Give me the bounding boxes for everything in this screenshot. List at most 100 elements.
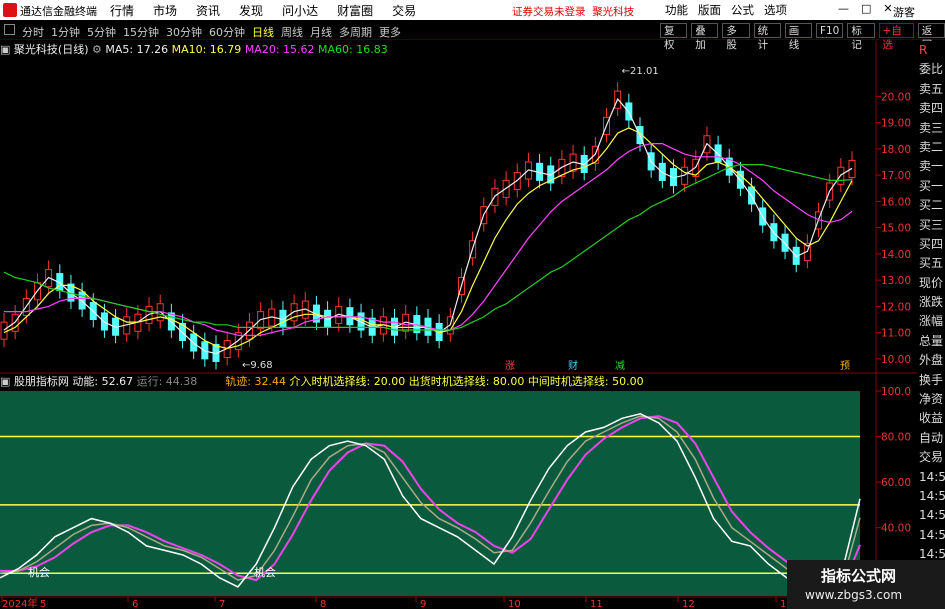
window-controls: — □ ✕ — [838, 2, 893, 15]
period-tab[interactable]: 多周期 — [339, 24, 372, 40]
top-menu-item[interactable]: 交易 — [392, 2, 416, 19]
sidebar-item: 买四 — [919, 236, 944, 251]
toolbar-button[interactable]: 画线 — [784, 23, 812, 51]
price-tick-label: 16.00 — [881, 196, 911, 208]
period-tab[interactable]: 30分钟 — [166, 24, 202, 40]
date-tick-label: 6 — [132, 599, 138, 609]
right-menu: 功能 版面 公式 选项 — [665, 2, 787, 18]
right-menu-item[interactable]: 功能 — [665, 2, 688, 18]
candle-body — [0, 321, 8, 340]
opportunity-label: 机会 — [28, 565, 50, 579]
toolbar-button[interactable]: 标记 — [847, 23, 875, 51]
sidebar-item: 14:56 — [919, 527, 945, 542]
price-tick-label: 10.00 — [881, 354, 911, 366]
quote-sidebar: R 委比 卖五 卖四 卖三 卖二 卖一 买一 买二 买三 买四 买五 现价 涨跌 涨幅 总量 外盘 换手 净资 收益自… — [917, 41, 945, 609]
top-menu-item[interactable]: 发现 — [239, 2, 263, 19]
stock-name-link: 聚光科技 — [592, 6, 635, 18]
chart-area[interactable]: 20.00 19.00 18.00 17.00 16.00 15.00 14.00 13.00… — [0, 41, 917, 609]
price-tick-label: 17.00 — [881, 170, 911, 182]
toolbar-button[interactable]: F10 — [815, 23, 844, 38]
toolbar-button[interactable]: 叠加 — [691, 23, 719, 51]
event-tag: 涨 — [505, 360, 515, 372]
period-tabs: 分时 1分钟 5分钟 15分钟 30分钟 60分钟 日线 周线 月线 多周期 更多 — [22, 24, 401, 40]
date-tick-label: 11 — [590, 599, 603, 609]
top-menu-item[interactable]: 市场 — [153, 2, 177, 19]
period-tab[interactable]: 更多 — [379, 24, 401, 40]
close-icon[interactable]: ✕ — [883, 2, 892, 15]
date-tick-label: 10 — [508, 599, 521, 609]
period-toolbar: 分时 1分钟 5分钟 15分钟 30分钟 60分钟 日线 周线 月线 多周期 更多 复权 叠加 多股 统计… — [0, 21, 945, 51]
sidebar-item: 买一 — [919, 178, 944, 193]
watermark-title: 指标公式网 — [821, 567, 897, 585]
date-tick-label: 2024年 — [2, 597, 37, 609]
sidebar-item: 涨幅 — [919, 314, 944, 329]
price-tick-label: 15.00 — [881, 223, 911, 235]
right-menu-item[interactable]: 版面 — [698, 2, 721, 18]
date-tick-label: 8 — [320, 599, 326, 609]
top-menu-item[interactable]: 行情 — [110, 2, 134, 19]
sidebar-item: 卖四 — [919, 101, 944, 116]
ma-line-ma60 — [3, 163, 853, 331]
minimize-icon[interactable]: — — [838, 2, 849, 15]
right-menu-item[interactable]: 选项 — [764, 2, 787, 18]
date-tick-label: 7 — [219, 599, 225, 609]
sidebar-item: 14:56 — [919, 469, 945, 484]
period-tab[interactable]: 5分钟 — [87, 24, 116, 40]
period-tab[interactable]: 1分钟 — [51, 24, 80, 40]
date-tick-label: 12 — [682, 599, 695, 609]
sidebar-item: 卖二 — [919, 139, 944, 154]
toolbar-toggle-icon[interactable] — [4, 24, 15, 35]
period-tab[interactable]: 日线 — [252, 24, 274, 40]
indicator-tick-label: 100.0 — [881, 386, 911, 398]
title-bar: 通达信金融终端 行情 市场 资讯 发现 问小达 财富圈 交易 证券交易未登录 聚光科技 功能… — [0, 0, 945, 20]
trade-login-notice[interactable]: 证券交易未登录 聚光科技 — [512, 4, 634, 19]
top-menu: 行情 市场 资讯 发现 问小达 财富圈 交易 — [110, 2, 416, 19]
indicator-tick-label: 80.00 — [881, 432, 911, 444]
sidebar-item: 换手 — [919, 372, 944, 387]
watermark: 指标公式网 www.zbgs3.com — [787, 560, 945, 609]
date-tick-label: 9 — [420, 599, 426, 609]
sidebar-item: 收益 — [919, 411, 944, 426]
sidebar-item: 委比 — [919, 62, 944, 77]
sidebar-item: 涨跌 — [919, 295, 944, 310]
indicator-panel-bg — [0, 391, 860, 596]
event-tag: 财 — [568, 359, 578, 372]
price-tick-label: 14.00 — [881, 249, 911, 261]
toolbar-button[interactable]: +自选 — [878, 23, 914, 51]
maximize-icon[interactable]: □ — [861, 2, 871, 15]
opportunity-label: 机会 — [254, 565, 276, 579]
period-tab[interactable]: 月线 — [310, 24, 332, 40]
indicator-tick-label: 60.00 — [881, 477, 911, 489]
price-tick-label: 13.00 — [881, 275, 911, 287]
sidebar-item: 净资 — [919, 392, 944, 407]
price-tick-label: 12.00 — [881, 301, 911, 313]
price-tick-label: 19.00 — [881, 118, 911, 130]
toolbar-button[interactable]: 返回 — [917, 23, 945, 51]
toolbar-button[interactable]: 统计 — [753, 23, 781, 51]
period-tab[interactable]: 分时 — [22, 24, 44, 40]
app-logo-icon — [3, 3, 17, 17]
right-menu-item[interactable]: 公式 — [731, 2, 754, 18]
period-tab[interactable]: 60分钟 — [209, 24, 245, 40]
sidebar-item: 卖一 — [919, 159, 944, 174]
top-menu-item[interactable]: 财富圈 — [337, 2, 373, 19]
sidebar-item: 现价 — [919, 275, 944, 290]
sidebar-item: 总量 — [919, 333, 944, 348]
sidebar-item: 外盘 — [919, 353, 944, 368]
watermark-url: www.zbgs3.com — [805, 588, 903, 602]
sidebar-item: 卖五 — [919, 81, 944, 96]
period-tab[interactable]: 15分钟 — [123, 24, 159, 40]
sidebar-item: 自动 — [919, 430, 944, 445]
sidebar-item: R — [919, 43, 928, 57]
sidebar-item: 买五 — [919, 256, 944, 271]
app-name: 通达信金融终端 — [20, 5, 97, 18]
guest-label[interactable]: 游客 — [893, 4, 915, 20]
event-tag: 减 — [615, 360, 625, 372]
toolbar-button[interactable]: 复权 — [660, 23, 688, 51]
toolbar-button[interactable]: 多股 — [722, 23, 750, 51]
period-tab[interactable]: 周线 — [281, 24, 303, 40]
top-menu-item[interactable]: 资讯 — [196, 2, 220, 19]
top-menu-item[interactable]: 问小达 — [282, 2, 318, 19]
ma-line-ma20 — [4, 142, 853, 336]
sidebar-item: 14:56 — [919, 488, 945, 503]
